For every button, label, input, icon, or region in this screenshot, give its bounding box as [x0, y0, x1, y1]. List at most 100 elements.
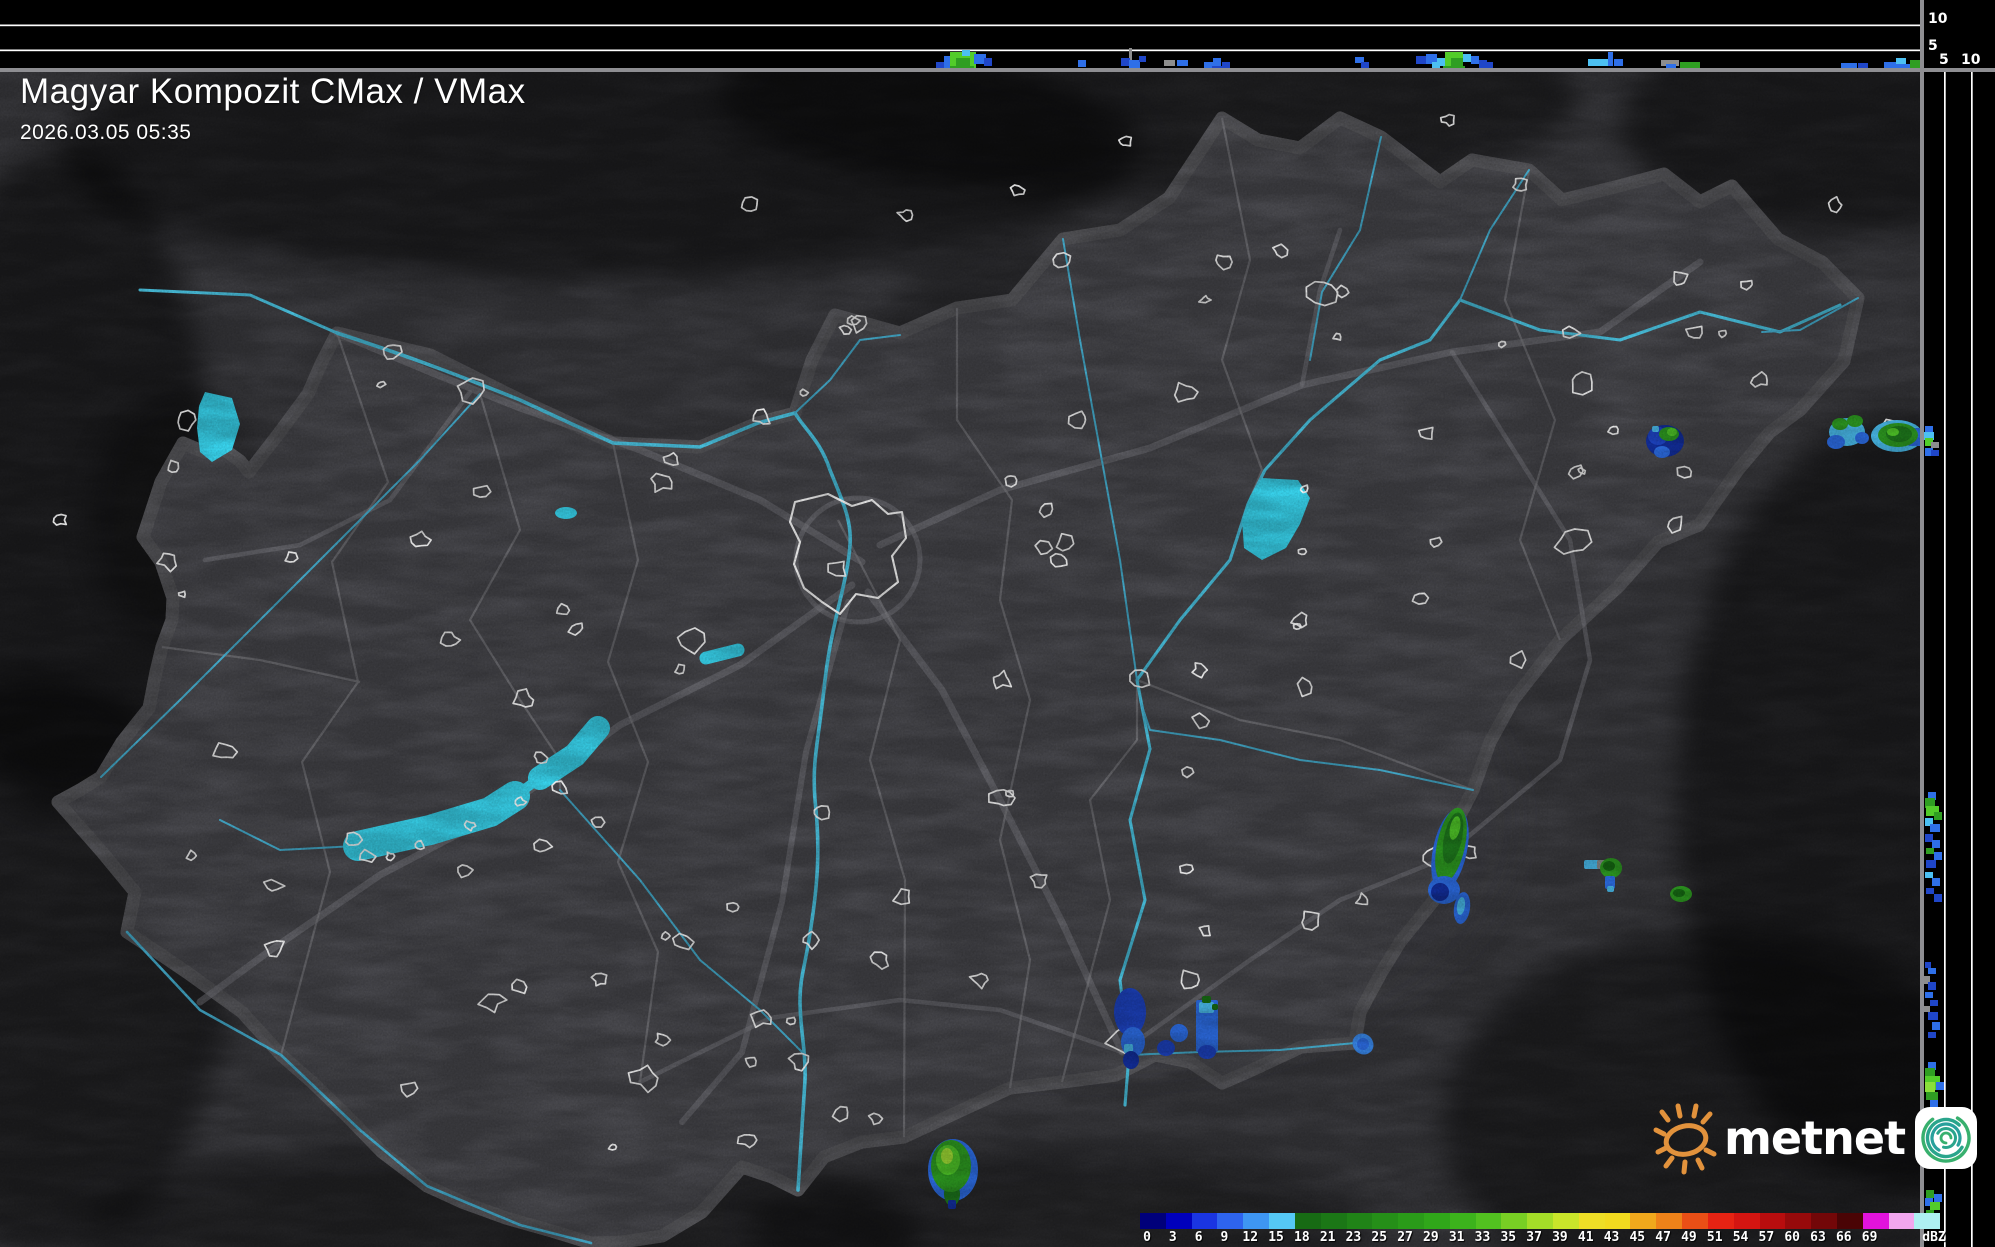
- legend-tick-label: 66: [1836, 1230, 1852, 1245]
- terrain-texture-fine: [0, 72, 1920, 1247]
- legend-tick-label: 33: [1475, 1230, 1491, 1245]
- right-axis-tick-10: 10: [1961, 53, 1980, 67]
- legend-tick-label: 27: [1397, 1230, 1413, 1245]
- legend-tick-label: 51: [1707, 1230, 1723, 1245]
- legend-cell: [1527, 1213, 1553, 1229]
- legend-cell: [1837, 1213, 1863, 1229]
- profile-echo-pixel: [1925, 1082, 1935, 1092]
- profile-echo-pixel: [1926, 1190, 1934, 1198]
- profile-echo-pixel: [1479, 60, 1487, 68]
- legend-cell: [1605, 1213, 1631, 1229]
- legend-tick-label: 35: [1500, 1230, 1516, 1245]
- legend-cell: [1476, 1213, 1502, 1229]
- profile-echo-pixel: [1928, 1032, 1936, 1038]
- profile-echo-pixel: [1416, 56, 1426, 64]
- profile-echo-pixel: [1361, 62, 1369, 68]
- profile-echo-pixel: [1487, 62, 1493, 68]
- legend-tick-label: 37: [1526, 1230, 1542, 1245]
- legend-unit-label: dBZ: [1922, 1230, 1945, 1245]
- profile-echo-pixel: [1932, 1022, 1940, 1030]
- legend-tick-label: 45: [1629, 1230, 1645, 1245]
- legend-cell: [1785, 1213, 1811, 1229]
- metnet-app-icon: [1915, 1107, 1977, 1169]
- profile-echo-pixel: [1928, 982, 1936, 990]
- legend-tick-label: 57: [1759, 1230, 1775, 1245]
- timestamp: 2026.03.05 05:35: [20, 121, 526, 145]
- legend-cell: [1166, 1213, 1192, 1229]
- legend-cell: [1914, 1213, 1940, 1229]
- legend-tick-label: 3: [1169, 1230, 1177, 1245]
- metnet-logo: metnet: [1648, 1098, 1977, 1178]
- profile-echo-pixel: [1932, 840, 1940, 848]
- legend-cell: [1889, 1213, 1915, 1229]
- top-axis-tick-10: 10: [1928, 12, 1947, 26]
- profile-echo-pixel: [1928, 968, 1936, 974]
- legend-tick-label: 41: [1578, 1230, 1594, 1245]
- profile-echo-pixel: [1928, 1012, 1938, 1020]
- legend-tick-label: 63: [1810, 1230, 1826, 1245]
- legend-tick-label: 47: [1655, 1230, 1671, 1245]
- legend-cell: [1811, 1213, 1837, 1229]
- profile-echo-pixel: [1936, 1082, 1944, 1090]
- profile-echo-pixel: [1925, 872, 1933, 878]
- vertical-separator: [1920, 0, 1924, 1247]
- profile-echo-pixel: [1930, 1000, 1938, 1006]
- profile-echo-pixel: [1121, 58, 1130, 66]
- profile-echo-pixel: [1934, 852, 1942, 860]
- top-strip-gridline-10km: [0, 25, 1920, 27]
- legend-cell: [1243, 1213, 1269, 1229]
- right-strip-gridline-5km: [1944, 72, 1946, 1247]
- legend-cell: [1140, 1213, 1166, 1229]
- profile-echo-pixel: [1896, 58, 1906, 64]
- legend-cell: [1217, 1213, 1243, 1229]
- sun-icon: [1648, 1098, 1724, 1178]
- legend-cell: [1398, 1213, 1424, 1229]
- legend-tick-label: 29: [1423, 1230, 1439, 1245]
- legend-cell: [1553, 1213, 1579, 1229]
- right-axis-tick-5: 5: [1939, 53, 1949, 67]
- profile-echo-pixel: [1931, 442, 1939, 448]
- spiral-icon: [1918, 1110, 1974, 1166]
- legend-tick-label: 54: [1733, 1230, 1749, 1245]
- top-profile-strip: [0, 0, 1922, 72]
- legend-cell: [1372, 1213, 1398, 1229]
- legend-cell: [1863, 1213, 1889, 1229]
- legend-cell: [1192, 1213, 1218, 1229]
- legend-tick-label: 12: [1242, 1230, 1258, 1245]
- profile-echo-pixel: [1164, 60, 1175, 66]
- legend-cell: [1295, 1213, 1321, 1229]
- legend-cell: [1450, 1213, 1476, 1229]
- page-title: Magyar Kompozit CMax / VMax: [20, 72, 526, 112]
- legend-tick-label: 60: [1784, 1230, 1800, 1245]
- radar-scene: [0, 0, 1995, 1247]
- legend-tick-label: 0: [1143, 1230, 1151, 1245]
- profile-echo-pixel: [1925, 992, 1933, 998]
- legend-cell: [1656, 1213, 1682, 1229]
- profile-echo-pixel: [1588, 59, 1610, 66]
- right-strip-gridline-10km: [1971, 72, 1973, 1247]
- profile-echo-pixel: [1926, 848, 1934, 854]
- legend-tick-label: 18: [1294, 1230, 1310, 1245]
- legend-cell: [1269, 1213, 1295, 1229]
- profile-echo-pixel: [1932, 878, 1940, 886]
- title-block: Magyar Kompozit CMax / VMax 2026.03.05 0…: [20, 72, 526, 145]
- legend-tick-label: 9: [1220, 1230, 1228, 1245]
- profile-echo-pixel: [1934, 894, 1942, 902]
- profile-echo-pixel: [1078, 60, 1086, 67]
- profile-echo-pixel: [1925, 834, 1933, 842]
- profile-echo-pixel: [1930, 1202, 1940, 1210]
- legend-tick-label: 6: [1195, 1230, 1203, 1245]
- legend-cell: [1501, 1213, 1527, 1229]
- profile-echo-pixel: [962, 50, 970, 56]
- legend-cell: [1682, 1213, 1708, 1229]
- profile-echo-pixel: [1614, 59, 1623, 66]
- profile-echo-pixel: [1139, 56, 1146, 62]
- legend-tick-label: 39: [1552, 1230, 1568, 1245]
- profile-echo-pixel: [1924, 1006, 1930, 1012]
- profile-echo-pixel: [1129, 60, 1140, 68]
- legend-tick-label: 43: [1604, 1230, 1620, 1245]
- profile-echo-pixel: [1925, 962, 1931, 968]
- legend-tick-label: 69: [1862, 1230, 1878, 1245]
- legend-cell: [1579, 1213, 1605, 1229]
- legend-tick-label: 23: [1346, 1230, 1362, 1245]
